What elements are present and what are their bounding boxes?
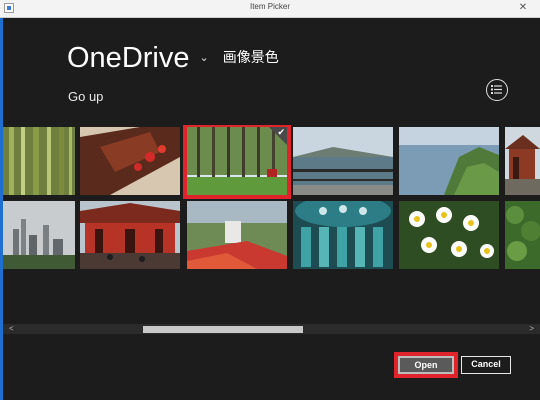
chevron-down-icon[interactable]: ⌄ xyxy=(200,51,209,64)
photo-tile[interactable] xyxy=(3,127,75,195)
location-name[interactable]: OneDrive xyxy=(67,42,190,75)
photo-tile[interactable] xyxy=(293,201,393,269)
checkmark-icon: ✔ xyxy=(277,127,285,137)
open-button[interactable]: Open xyxy=(394,352,458,378)
location-header: OneDrive ⌄ 画像景色 xyxy=(67,42,279,75)
close-button[interactable]: ✕ xyxy=(514,1,532,15)
photo-tile[interactable] xyxy=(505,201,540,269)
go-up-link[interactable]: Go up xyxy=(68,89,103,104)
photo-tile[interactable] xyxy=(187,201,287,269)
picker-window: OneDrive ⌄ 画像景色 Go up ✔ < > Open Cancel xyxy=(3,18,540,400)
photo-tile[interactable] xyxy=(399,201,499,269)
photo-tile[interactable] xyxy=(505,127,540,195)
photo-grid: ✔ xyxy=(3,125,540,271)
photo-tile[interactable] xyxy=(293,127,393,195)
scroll-right-icon[interactable]: > xyxy=(529,324,534,333)
scrollbar-thumb[interactable] xyxy=(143,326,303,333)
folder-name: 画像景色 xyxy=(222,49,279,65)
list-view-icon[interactable] xyxy=(486,79,508,101)
horizontal-scrollbar[interactable]: < > xyxy=(3,324,540,334)
scroll-left-icon[interactable]: < xyxy=(9,324,14,333)
title-bar: Item Picker ✕ xyxy=(0,0,540,18)
photo-tile[interactable] xyxy=(3,201,75,269)
photo-tile-selected[interactable]: ✔ xyxy=(183,125,291,199)
photo-tile[interactable] xyxy=(80,201,180,269)
window-title: Item Picker xyxy=(249,2,290,11)
photo-tile[interactable] xyxy=(399,127,499,195)
cancel-button[interactable]: Cancel xyxy=(461,356,511,374)
photo-tile[interactable] xyxy=(80,127,180,195)
